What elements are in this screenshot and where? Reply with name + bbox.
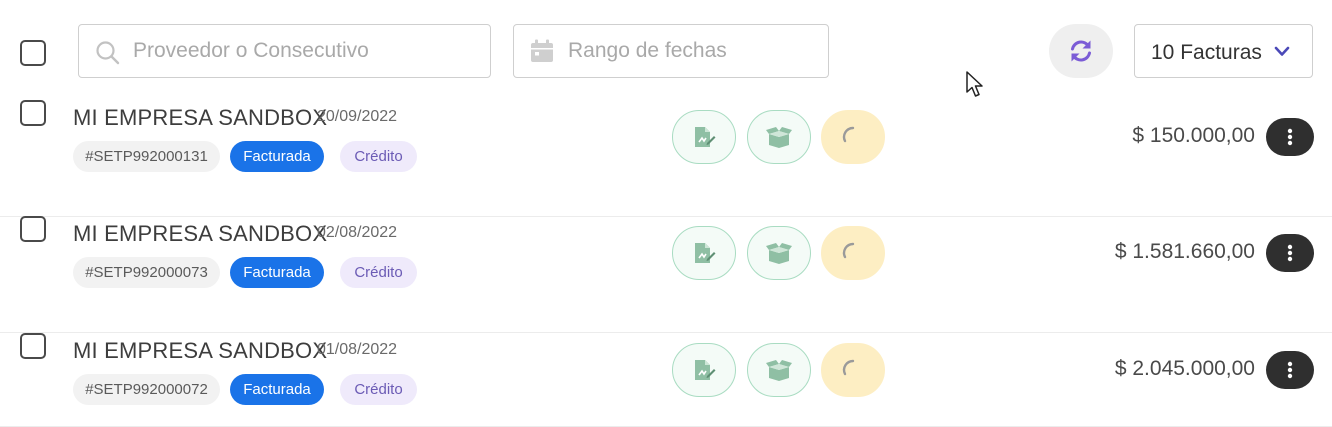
calendar-icon <box>531 39 553 62</box>
open-package-button[interactable] <box>747 343 811 397</box>
company-name: MI EMPRESA SANDBOX <box>73 105 328 130</box>
search-icon <box>96 41 120 65</box>
more-options-button[interactable] <box>1266 118 1314 156</box>
sign-document-button[interactable] <box>672 226 736 280</box>
status-badge: Facturada <box>230 141 324 172</box>
payment-type-badge: Crédito <box>340 141 417 172</box>
open-package-button[interactable] <box>747 226 811 280</box>
signature-icon <box>695 127 716 147</box>
row-checkbox[interactable] <box>20 100 46 126</box>
refresh-icon <box>1071 40 1091 62</box>
spinner-icon <box>842 126 855 143</box>
more-options-button[interactable] <box>1266 351 1314 389</box>
status-badge: Facturada <box>230 257 324 288</box>
processing-button[interactable] <box>821 226 885 280</box>
page-size-label: 10 Facturas <box>1151 41 1262 64</box>
spinner-icon <box>842 242 855 259</box>
invoice-row[interactable]: MI EMPRESA SANDBOX 02/08/2022 #SETP99200… <box>0 216 1332 333</box>
consecutive-badge: #SETP992000131 <box>73 141 220 172</box>
box-icon <box>766 127 792 148</box>
company-name: MI EMPRESA SANDBOX <box>73 338 328 363</box>
invoice-date: 02/08/2022 <box>317 224 398 241</box>
more-vertical-icon <box>1287 128 1293 146</box>
invoice-row[interactable]: MI EMPRESA SANDBOX 01/08/2022 #SETP99200… <box>0 333 1332 427</box>
date-range-field[interactable] <box>513 24 829 78</box>
invoice-amount: $ 2.045.000,00 <box>1114 357 1255 380</box>
consecutive-badge: #SETP992000072 <box>73 374 220 405</box>
invoice-amount: $ 1.581.660,00 <box>1114 240 1255 263</box>
company-name: MI EMPRESA SANDBOX <box>73 221 328 246</box>
consecutive-badge: #SETP992000073 <box>73 257 220 288</box>
invoice-date: 20/09/2022 <box>317 108 398 125</box>
sign-document-button[interactable] <box>672 110 736 164</box>
processing-button[interactable] <box>821 343 885 397</box>
spinner-icon <box>842 359 855 376</box>
signature-icon <box>695 243 716 263</box>
invoice-date: 01/08/2022 <box>317 341 398 358</box>
more-vertical-icon <box>1287 244 1293 262</box>
sign-document-button[interactable] <box>672 343 736 397</box>
page-size-select[interactable]: 10 Facturas <box>1134 24 1313 78</box>
invoice-amount: $ 150.000,00 <box>1132 124 1255 147</box>
chevron-down-icon <box>1274 46 1290 56</box>
row-checkbox[interactable] <box>20 216 46 242</box>
mouse-cursor-icon <box>966 71 983 97</box>
payment-type-badge: Crédito <box>340 374 417 405</box>
payment-type-badge: Crédito <box>340 257 417 288</box>
select-all-checkbox[interactable] <box>20 40 46 66</box>
box-icon <box>766 360 792 381</box>
box-icon <box>766 243 792 264</box>
refresh-button[interactable] <box>1049 24 1113 78</box>
processing-button[interactable] <box>821 110 885 164</box>
date-range-input[interactable] <box>568 25 818 77</box>
row-checkbox[interactable] <box>20 333 46 359</box>
more-vertical-icon <box>1287 361 1293 379</box>
signature-icon <box>695 360 716 380</box>
search-field[interactable] <box>78 24 491 78</box>
toolbar: 10 Facturas <box>0 0 1332 100</box>
more-options-button[interactable] <box>1266 234 1314 272</box>
search-input[interactable] <box>133 25 483 77</box>
invoice-row[interactable]: MI EMPRESA SANDBOX 20/09/2022 #SETP99200… <box>0 100 1332 217</box>
status-badge: Facturada <box>230 374 324 405</box>
open-package-button[interactable] <box>747 110 811 164</box>
